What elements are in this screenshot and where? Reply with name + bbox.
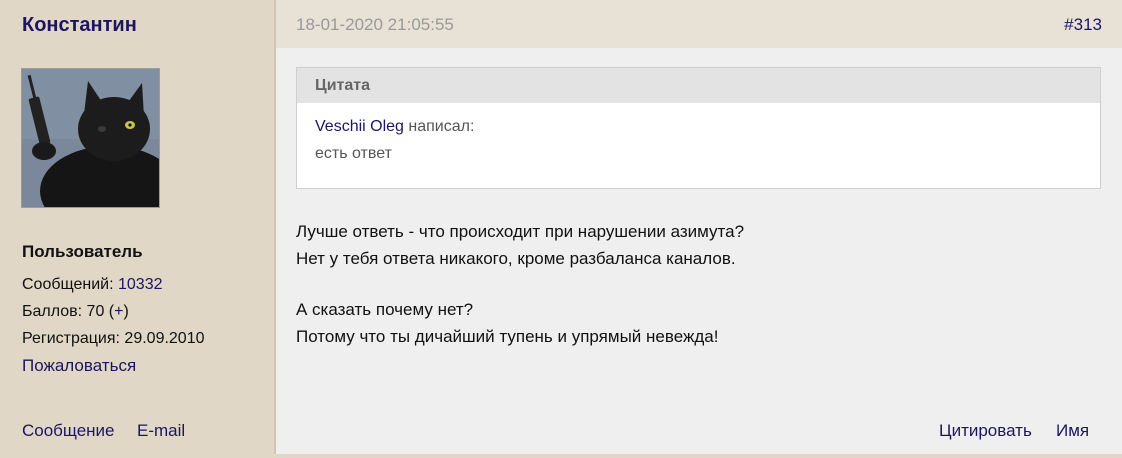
quote-body: Veschii Oleg написал: есть ответ — [297, 103, 1100, 167]
author-sidebar: Константин Пользователь Сообщений: 10332 — [0, 0, 276, 454]
divider — [0, 454, 1122, 458]
post-content: 18-01-2020 21:05:55 #313 Цитата Veschii … — [276, 0, 1122, 454]
quote-text: есть ответ — [315, 145, 392, 162]
post-line: Нет у тебя ответа никакого, кроме разбал… — [296, 249, 736, 268]
quote-wrote: написал: — [403, 118, 475, 135]
post-number-link[interactable]: #313 — [1064, 15, 1102, 35]
points-row: Баллов: 70 (+) — [22, 303, 129, 321]
quote-block: Цитата Veschii Oleg написал: есть ответ — [296, 67, 1101, 189]
registration-date: Регистрация: 29.09.2010 — [22, 330, 205, 347]
messages-count-row: Сообщений: 10332 — [22, 276, 163, 294]
post-line: А сказать почему нет? — [296, 300, 474, 319]
user-rank: Пользователь — [22, 242, 143, 261]
messages-count-link[interactable]: 10332 — [118, 276, 163, 293]
post-body: Лучше ответь - что происходит при наруше… — [296, 218, 744, 350]
send-message-link[interactable]: Сообщение — [22, 421, 115, 441]
quote-button[interactable]: Цитировать — [939, 421, 1032, 441]
messages-label: Сообщений: — [22, 276, 118, 293]
report-link[interactable]: Пожаловаться — [22, 356, 136, 376]
points-close: ) — [123, 303, 129, 320]
forum-post: Константин Пользователь Сообщений: 10332 — [0, 0, 1122, 454]
name-button[interactable]: Имя — [1056, 421, 1089, 441]
points-label: Баллов: 70 ( — [22, 303, 115, 320]
quote-author-line: Veschii Oleg написал: — [315, 113, 1100, 140]
post-date: 18-01-2020 21:05:55 — [296, 15, 454, 34]
quote-author[interactable]: Veschii Oleg — [315, 118, 404, 135]
post-line: Потому что ты дичайший тупень и упрямый … — [296, 327, 719, 346]
quote-title: Цитата — [297, 68, 1100, 103]
email-link[interactable]: E-mail — [137, 421, 185, 441]
author-name[interactable]: Константин — [22, 14, 137, 37]
avatar — [21, 68, 160, 208]
avatar-image — [22, 69, 159, 207]
post-line: Лучше ответь - что происходит при наруше… — [296, 222, 745, 241]
